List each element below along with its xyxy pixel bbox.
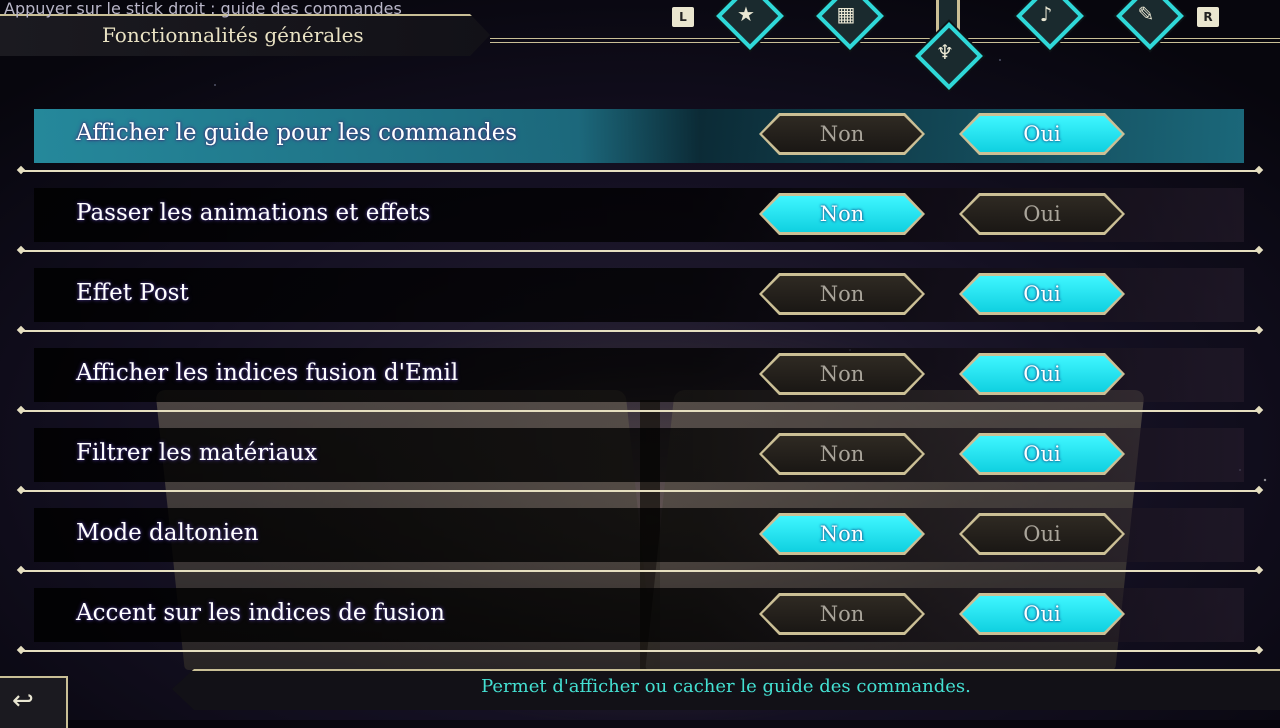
oui-toggle-button[interactable]: Oui — [959, 513, 1125, 555]
non-button-label: Non — [819, 122, 865, 146]
oui-toggle-button[interactable]: Oui — [959, 593, 1125, 635]
option-label: Afficher les indices fusion d'Emil — [76, 360, 459, 386]
category-tabs: L ★ ▦ ♆ ♪ ✎ R — [0, 0, 1280, 90]
oui-button-label: Oui — [1023, 362, 1061, 386]
tab-star[interactable]: ★ — [716, 0, 784, 56]
row-divider — [22, 650, 1258, 652]
tab-music[interactable]: ♪ — [1016, 0, 1084, 56]
oui-toggle-button[interactable]: Oui — [959, 433, 1125, 475]
oui-toggle-button[interactable]: Oui — [959, 353, 1125, 395]
non-button-label: Non — [819, 522, 865, 546]
option-description: Permet d'afficher ou cacher le guide des… — [481, 676, 971, 697]
option-label: Passer les animations et effets — [76, 200, 431, 226]
oui-button-label: Oui — [1023, 522, 1061, 546]
option-row[interactable]: Effet Post Non Oui — [0, 242, 1280, 332]
non-button-label: Non — [819, 442, 865, 466]
option-row[interactable]: Filtrer les matériaux Non Oui — [0, 402, 1280, 492]
non-toggle-button[interactable]: Non — [759, 113, 925, 155]
option-row[interactable]: Afficher les indices fusion d'Emil Non Oui — [0, 322, 1280, 412]
option-label: Filtrer les matériaux — [76, 440, 318, 466]
option-label: Effet Post — [76, 280, 189, 306]
option-label: Mode daltonien — [76, 520, 259, 546]
option-row[interactable]: Passer les animations et effets Non Oui — [0, 162, 1280, 252]
non-button-label: Non — [819, 602, 865, 626]
tab-tools[interactable]: ✎ — [1116, 0, 1184, 56]
option-row[interactable]: Mode daltonien Non Oui — [0, 482, 1280, 572]
music-note-icon: ♪ — [1039, 2, 1053, 26]
oui-button-label: Oui — [1023, 602, 1061, 626]
oui-button-label: Oui — [1023, 202, 1061, 226]
tab-grid[interactable]: ▦ — [816, 0, 884, 56]
oui-toggle-button[interactable]: Oui — [959, 273, 1125, 315]
option-row[interactable]: Afficher le guide pour les commandes Non O… — [0, 82, 1280, 172]
oui-toggle-button[interactable]: Oui — [959, 113, 1125, 155]
non-toggle-button[interactable]: Non — [759, 353, 925, 395]
option-row[interactable]: Accent sur les indices de fusion Non Oui — [0, 562, 1280, 652]
non-toggle-button[interactable]: Non — [759, 513, 925, 555]
oui-toggle-button[interactable]: Oui — [959, 193, 1125, 235]
non-button-label: Non — [819, 362, 865, 386]
non-button-label: Non — [819, 282, 865, 306]
option-label: Afficher le guide pour les commandes — [76, 120, 518, 146]
oui-button-label: Oui — [1023, 122, 1061, 146]
star-icon: ★ — [737, 2, 755, 26]
wrench-icon: ✎ — [1137, 2, 1155, 26]
r-shoulder-key[interactable]: R — [1197, 7, 1219, 27]
non-button-label: Non — [819, 202, 865, 226]
non-toggle-button[interactable]: Non — [759, 273, 925, 315]
back-arrow-icon: ↩ — [12, 686, 34, 716]
emblem-icon: ♆ — [936, 40, 954, 64]
l-shoulder-key[interactable]: L — [672, 7, 694, 27]
non-toggle-button[interactable]: Non — [759, 433, 925, 475]
back-button[interactable]: ↩ — [0, 676, 70, 728]
oui-button-label: Oui — [1023, 442, 1061, 466]
grid-icon: ▦ — [836, 2, 856, 26]
tab-general-active[interactable]: ♆ — [915, 0, 983, 90]
oui-button-label: Oui — [1023, 282, 1061, 306]
non-toggle-button[interactable]: Non — [759, 593, 925, 635]
non-toggle-button[interactable]: Non — [759, 193, 925, 235]
option-label: Accent sur les indices de fusion — [76, 600, 445, 626]
